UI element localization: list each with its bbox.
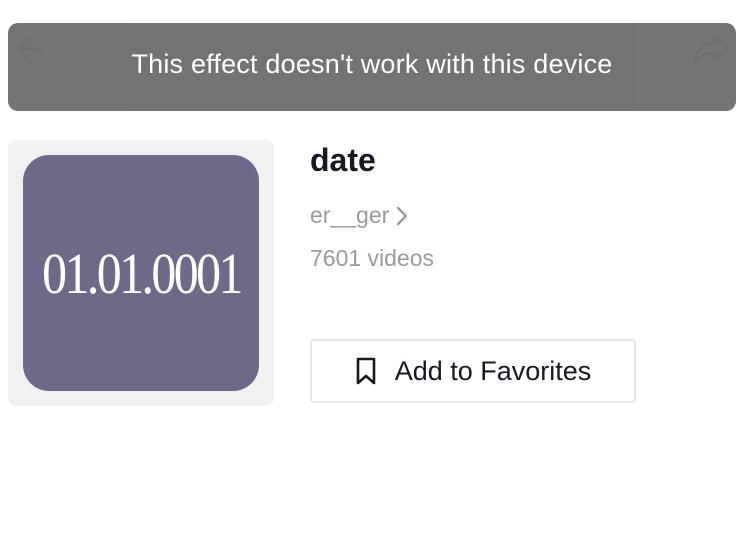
bookmark-icon <box>356 357 376 385</box>
add-to-favorites-button[interactable]: Add to Favorites <box>310 339 636 403</box>
creator-name: er__ger <box>310 202 390 228</box>
effect-thumbnail: 01.01.0001 <box>23 155 259 391</box>
creator-link[interactable]: er__ger <box>310 202 434 229</box>
add-to-favorites-label: Add to Favorites <box>394 355 592 386</box>
toast-message: This effect doesn't work with this devic… <box>131 48 613 79</box>
effect-thumbnail-card: 01.01.0001 <box>8 140 274 406</box>
video-count: 7601 videos <box>310 245 435 271</box>
toast-notification: This effect doesn't work with this devic… <box>8 23 736 111</box>
effect-detail-page: This effect doesn't work with this devic… <box>0 0 740 536</box>
thumbnail-text: 01.01.0001 <box>41 240 243 306</box>
effect-info: date er__ger 7601 videos <box>310 140 434 272</box>
chevron-right-icon <box>397 206 408 225</box>
effect-title: date <box>310 142 376 178</box>
